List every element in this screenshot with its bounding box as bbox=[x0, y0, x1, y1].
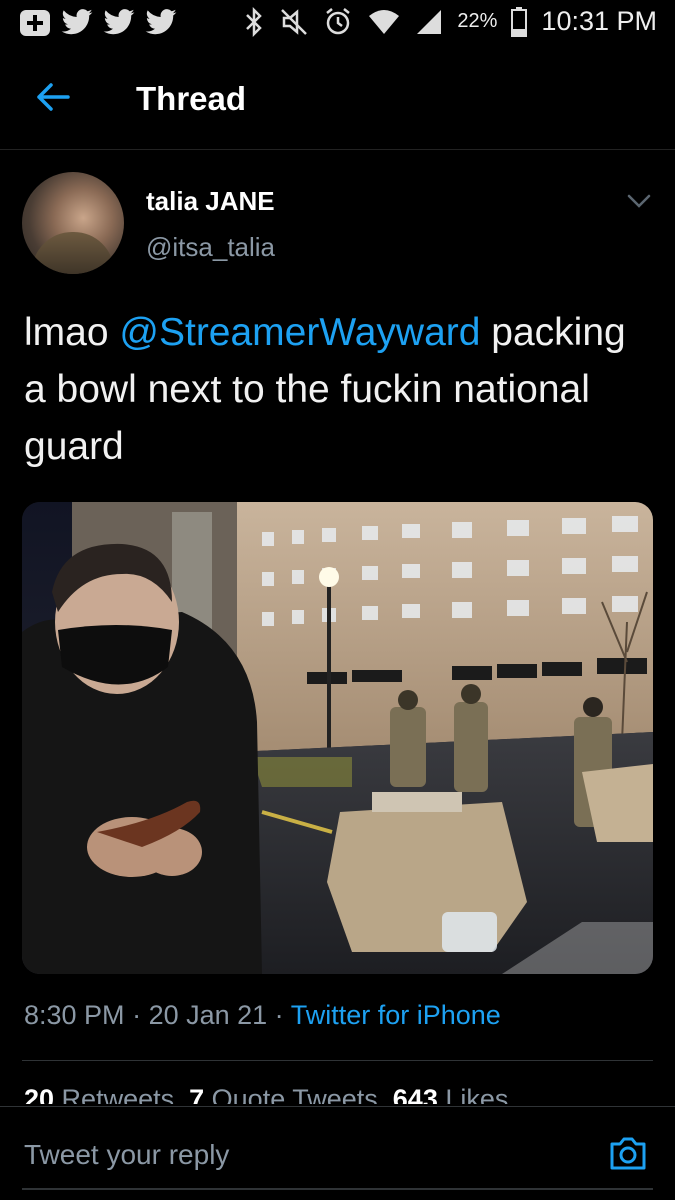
tweet-time: 8:30 PM bbox=[24, 1000, 125, 1030]
reply-underline bbox=[22, 1188, 653, 1190]
plus-box-icon bbox=[18, 8, 52, 38]
likes-stat[interactable]: 643 Likes bbox=[393, 1084, 509, 1104]
chevron-down-icon bbox=[627, 194, 651, 208]
system-indicators: 22% 10:31 PM bbox=[243, 6, 657, 37]
camera-icon bbox=[610, 1137, 646, 1170]
back-arrow-icon bbox=[37, 83, 70, 111]
more-options-button[interactable] bbox=[625, 190, 653, 212]
photo-scene bbox=[22, 502, 653, 974]
tweet-text: lmao @StreamerWayward packing a bowl nex… bbox=[24, 304, 654, 475]
tweet-date: 20 Jan 21 bbox=[148, 1000, 268, 1030]
notification-icons bbox=[18, 8, 178, 38]
tweet-photo[interactable] bbox=[22, 502, 653, 974]
avatar[interactable] bbox=[22, 172, 124, 274]
retweets-stat[interactable]: 20 Retweets bbox=[24, 1084, 174, 1104]
tweet-text-start: lmao bbox=[24, 311, 120, 354]
signal-icon bbox=[415, 8, 443, 36]
page-title: Thread bbox=[136, 80, 247, 117]
mute-icon bbox=[279, 7, 309, 37]
tweet-source-link[interactable]: Twitter for iPhone bbox=[291, 1000, 501, 1030]
divider bbox=[22, 1060, 653, 1061]
tweet-stats: 20 Retweets 7 Quote Tweets 643 Likes bbox=[24, 1084, 655, 1104]
bluetooth-icon bbox=[243, 6, 265, 37]
wifi-icon bbox=[367, 8, 401, 36]
camera-button[interactable] bbox=[608, 1135, 652, 1175]
battery-percent: 22% bbox=[457, 10, 498, 32]
alarm-icon bbox=[323, 7, 353, 37]
clock: 10:31 PM bbox=[541, 6, 657, 36]
tweet-meta: 8:30 PM · 20 Jan 21 · Twitter for iPhone bbox=[24, 1000, 501, 1030]
author-handle[interactable]: @itsa_talia bbox=[146, 232, 275, 263]
back-button[interactable] bbox=[30, 74, 76, 120]
status-bar: 22% 10:31 PM bbox=[0, 0, 675, 48]
twitter-bird-icon bbox=[60, 9, 94, 37]
reply-input[interactable]: Tweet your reply bbox=[24, 1139, 229, 1171]
quote-tweets-stat[interactable]: 7 Quote Tweets bbox=[189, 1084, 378, 1104]
twitter-bird-icon bbox=[144, 9, 178, 37]
reply-composer: Tweet your reply bbox=[0, 1106, 675, 1200]
twitter-bird-icon bbox=[102, 9, 136, 37]
mention-link[interactable]: @StreamerWayward bbox=[119, 311, 480, 354]
battery-icon bbox=[511, 6, 528, 37]
author-display-name[interactable]: talia JANE bbox=[146, 186, 275, 217]
top-app-bar: Thread bbox=[0, 52, 675, 150]
